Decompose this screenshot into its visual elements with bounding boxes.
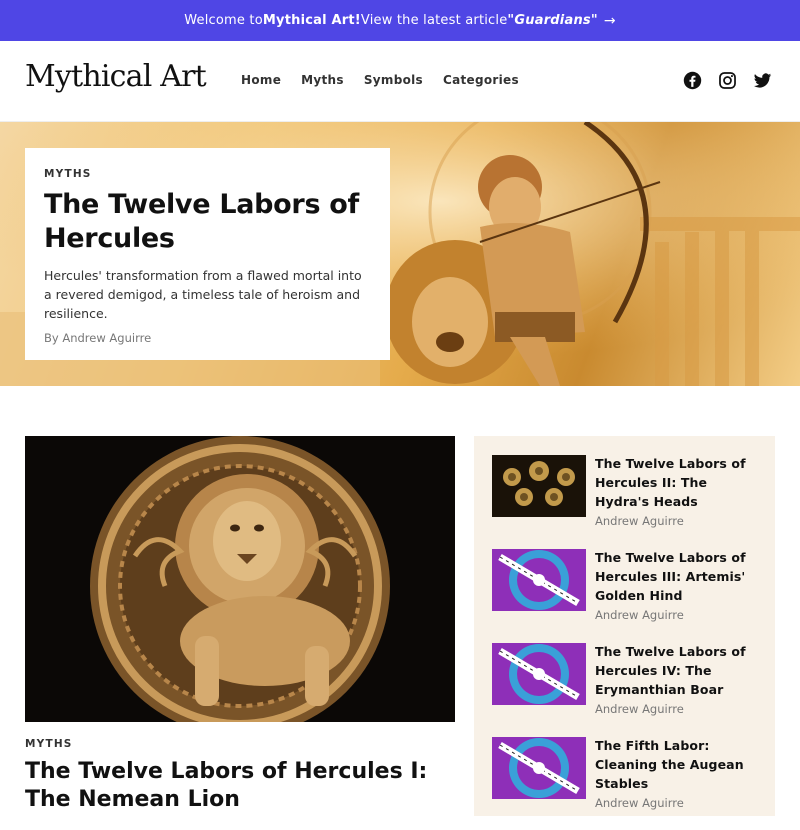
facebook-icon[interactable]	[683, 71, 702, 90]
sidebar-article[interactable]: The Twelve Labors of Hercules III: Artem…	[492, 548, 757, 642]
lion-medallion-illustration	[25, 436, 455, 722]
sidebar-article-author: Andrew Aguirre	[595, 702, 684, 716]
sidebar-article-author: Andrew Aguirre	[595, 608, 684, 622]
feature-image[interactable]	[25, 436, 455, 722]
hero-banner[interactable]: MYTHS The Twelve Labors of Hercules Herc…	[0, 122, 800, 386]
sidebar-article-list: The Twelve Labors of Hercules II: The Hy…	[474, 436, 775, 816]
hero-byline: By Andrew Aguirre	[44, 331, 152, 345]
announcement-middle: View the latest article	[360, 13, 508, 28]
nav-home[interactable]: Home	[241, 73, 281, 87]
sidebar-article[interactable]: The Twelve Labors of Hercules II: The Hy…	[492, 454, 757, 548]
sidebar-article[interactable]: The Fifth Labor: Cleaning the Augean Sta…	[492, 736, 757, 830]
hero-description: Hercules' transformation from a flawed m…	[44, 268, 362, 321]
main-nav: Home Myths Symbols Categories	[241, 73, 539, 87]
sidebar-article-author: Andrew Aguirre	[595, 796, 684, 810]
arrow-right-icon[interactable]: →	[604, 13, 616, 29]
feature-article[interactable]: MYTHS The Twelve Labors of Hercules I: T…	[25, 436, 455, 814]
announcement-bar[interactable]: Welcome to Mythical Art! View the latest…	[0, 0, 800, 41]
site-header: Mythical Art Home Myths Symbols Categori…	[0, 41, 800, 122]
feature-title[interactable]: The Twelve Labors of Hercules I: The Nem…	[25, 758, 455, 814]
sidebar-article-author: Andrew Aguirre	[595, 514, 684, 528]
feature-category[interactable]: MYTHS	[25, 738, 455, 750]
sidebar-article-title[interactable]: The Fifth Labor: Cleaning the Augean Sta…	[595, 736, 757, 793]
sidebar-article-title[interactable]: The Twelve Labors of Hercules IV: The Er…	[595, 642, 757, 699]
nav-symbols[interactable]: Symbols	[364, 73, 423, 87]
placeholder-thumbnail[interactable]	[492, 549, 586, 611]
twitter-icon[interactable]	[753, 71, 772, 90]
instagram-icon[interactable]	[718, 71, 737, 90]
placeholder-thumbnail[interactable]	[492, 737, 586, 799]
nav-categories[interactable]: Categories	[443, 73, 519, 87]
hero-title[interactable]: The Twelve Labors of Hercules	[44, 188, 371, 256]
sidebar-article[interactable]: The Twelve Labors of Hercules IV: The Er…	[492, 642, 757, 736]
hero-category[interactable]: MYTHS	[44, 168, 371, 180]
sidebar-article-title[interactable]: The Twelve Labors of Hercules III: Artem…	[595, 548, 757, 605]
announcement-article-link[interactable]: "Guardians"	[507, 13, 597, 28]
sidebar-article-title[interactable]: The Twelve Labors of Hercules II: The Hy…	[595, 454, 757, 511]
placeholder-thumbnail[interactable]	[492, 643, 586, 705]
site-logo[interactable]: Mythical Art	[25, 59, 207, 94]
nav-myths[interactable]: Myths	[301, 73, 344, 87]
hydra-thumbnail[interactable]	[492, 455, 586, 517]
hero-card[interactable]: MYTHS The Twelve Labors of Hercules Herc…	[25, 148, 390, 360]
social-links	[683, 71, 772, 90]
announcement-brand: Mythical Art!	[262, 13, 361, 28]
announcement-prefix: Welcome to	[184, 13, 263, 28]
